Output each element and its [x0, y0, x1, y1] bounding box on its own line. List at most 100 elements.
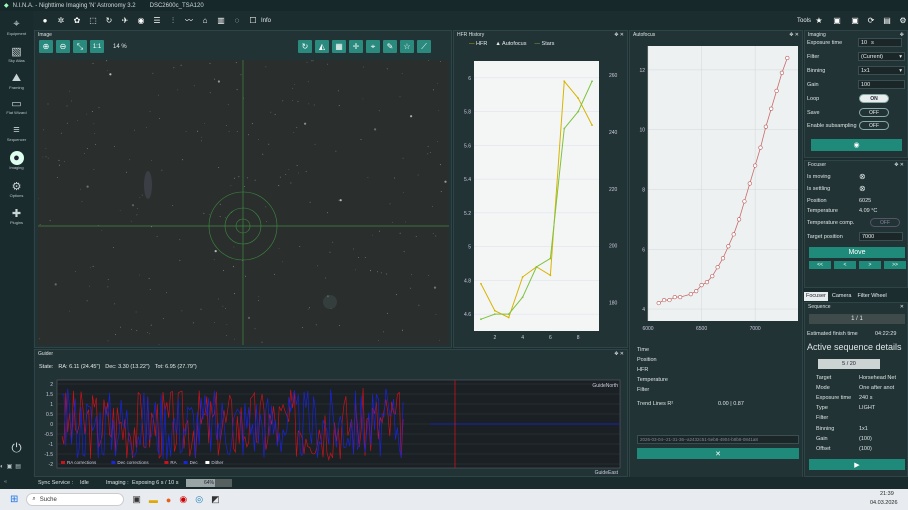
step-out-button[interactable]: > [859, 261, 881, 269]
af-point [758, 145, 763, 150]
target-icon[interactable]: ⌖ [366, 40, 380, 53]
nina-icon[interactable]: ◩ [211, 494, 220, 505]
subsampling-toggle[interactable]: OFF [859, 121, 889, 130]
gain-input[interactable]: 100 [858, 80, 905, 89]
app-icon[interactable]: ◉ [179, 494, 187, 505]
hfr-y-tick: 4.6 [464, 312, 471, 318]
sidebar-item-options[interactable]: ⚙ Options [0, 179, 33, 199]
save-label: Save [807, 110, 820, 116]
search-icon: ⌕ [32, 496, 36, 502]
edge-icon[interactable]: ◎ [195, 494, 203, 505]
safety-icon[interactable]: ▥ [216, 16, 226, 26]
task-view-icon[interactable]: ▣ [132, 494, 141, 505]
sidebar-item-framing[interactable]: ⛰ Framing [0, 71, 33, 91]
hfr-y-tick: 5.2 [464, 211, 471, 217]
exposure-time-input[interactable]: 10 s [858, 38, 902, 47]
focuser-icon[interactable]: ⬚ [88, 16, 98, 26]
save-toggle[interactable]: OFF [859, 108, 889, 117]
tab-camera[interactable]: Camera [830, 292, 854, 301]
sequence-start-button[interactable]: ▶ [809, 459, 905, 470]
sidebar-item-imaging[interactable]: ● Imaging [0, 151, 33, 170]
firefox-icon[interactable]: ● [166, 495, 171, 505]
guider-icon[interactable]: ◉ [136, 16, 146, 26]
star-detect-icon[interactable]: ☆ [400, 40, 414, 53]
hfr-point [521, 276, 524, 278]
info-icon[interactable]: ☐ [248, 16, 258, 26]
fit-icon[interactable]: ⤡ [73, 40, 87, 53]
af-point [699, 283, 704, 288]
line-icon[interactable]: ⟋ [417, 40, 431, 53]
sidebar-item-flat-wizard[interactable]: ▭ Flat Wizard [0, 96, 33, 116]
light-icon[interactable]: ◌ [232, 16, 242, 26]
capture-button[interactable]: ◉ [811, 139, 902, 151]
panel-pin-icon[interactable]: ✥ ✕ [614, 32, 624, 38]
sidebar-item-sequencer[interactable]: ≡ Sequencer [0, 123, 33, 142]
focuser-pin-icon[interactable]: ✥ ✕ [894, 162, 904, 168]
guider-pin-icon[interactable]: ✥ ✕ [614, 351, 624, 357]
af-run-select[interactable]: 2026-03-04--21-31-36--a2432c51-5eb8-4904… [637, 435, 799, 444]
flip-icon[interactable]: ◭ [315, 40, 329, 53]
notes-icon[interactable]: ▤ [15, 463, 21, 470]
af-pin-icon[interactable]: ✥ ✕ [789, 32, 799, 38]
tool2-icon[interactable]: ▣ [850, 16, 860, 26]
stats-icon[interactable]: ▤ [882, 16, 892, 26]
mount-icon[interactable]: ✈ [120, 16, 130, 26]
file-explorer-icon[interactable]: ▬ [149, 495, 158, 505]
settings-icon[interactable]: ⚙ [898, 16, 908, 26]
history-icon[interactable]: ⟳ [866, 16, 876, 26]
seq-type-label: Type [816, 405, 828, 411]
loop-toggle[interactable]: ON [859, 94, 889, 103]
tool-icon[interactable]: ▣ [832, 16, 842, 26]
theme-icon[interactable]: ◐ [0, 464, 4, 470]
star-icon[interactable]: ★ [814, 16, 824, 26]
legend-hfr[interactable]: — HFR [469, 41, 487, 47]
step-far-in-button[interactable]: << [809, 261, 831, 269]
info-label[interactable]: Info [261, 18, 271, 24]
flat-panel-icon[interactable]: ⫶ [168, 16, 178, 26]
binning-select[interactable]: 1x1 ▾ [858, 66, 905, 75]
weather-icon[interactable]: 〰 [184, 16, 194, 26]
crosshair-icon[interactable]: ✛ [349, 40, 363, 53]
move-button[interactable]: Move [809, 247, 905, 258]
switch-icon[interactable]: ☰ [152, 16, 162, 26]
connect-icon[interactable]: ● [40, 16, 50, 26]
step-in-button[interactable]: < [834, 261, 856, 269]
filter-wheel-icon[interactable]: ✿ [72, 16, 82, 26]
sidebar-item-equipment[interactable]: ⌖ Equipment [0, 17, 33, 37]
legend-stars[interactable]: — Stars [535, 41, 555, 47]
filter-select[interactable]: (Current) ▾ [858, 52, 905, 61]
temp-comp-toggle[interactable]: OFF [870, 218, 900, 227]
seq-filter-label: Filter [816, 415, 829, 421]
zoom-in-icon[interactable]: ⊕ [39, 40, 53, 53]
af-cancel-button[interactable]: ✕ [637, 448, 799, 459]
top-toolbar: ● ✲ ✿ ⬚ ↻ ✈ ◉ ☰ ⫶ 〰 ⌂ ▥ ◌ ☐ Info Tools ★… [0, 11, 908, 30]
tab-filter-wheel[interactable]: Filter Wheel [855, 292, 888, 301]
rotate-icon[interactable]: ↻ [298, 40, 312, 53]
sidebar-item-sky-atlas[interactable]: ▧ Sky Atlas [0, 44, 33, 64]
one-to-one-button[interactable]: 1:1 [90, 40, 104, 53]
legend-autofocus[interactable]: ▲ Autofocus [495, 41, 526, 47]
tools-label[interactable]: Tools [797, 18, 811, 24]
dome-icon[interactable]: ⌂ [200, 16, 210, 26]
telescope-icon: ⌖ [13, 17, 20, 30]
chat-icon[interactable]: ▣ [7, 463, 13, 470]
sidebar-item-plugins[interactable]: ✚ Plugins [0, 206, 33, 226]
power-button[interactable]: ⏻ [0, 440, 33, 455]
seq-offset-value: (100) [859, 446, 872, 452]
rotator-icon[interactable]: ↻ [104, 16, 114, 26]
sequence-close-icon[interactable]: ✕ [900, 304, 904, 310]
guide-north-label: GuideNorth [592, 383, 618, 389]
target-position-input[interactable]: 7000 [859, 232, 903, 241]
windows-start-icon[interactable]: ⊞ [10, 494, 18, 505]
hfr-y-tick: 5 [468, 245, 471, 251]
grid-icon[interactable]: ▦ [332, 40, 346, 53]
tab-focuser[interactable]: Focuser [804, 292, 828, 301]
zoom-out-icon[interactable]: ⊖ [56, 40, 70, 53]
taskbar-search[interactable]: ⌕ Suche [26, 493, 125, 506]
step-far-out-button[interactable]: >> [884, 261, 906, 269]
collapse-icon[interactable]: « [4, 479, 7, 485]
brush-icon[interactable]: ✎ [383, 40, 397, 53]
close-icon: ✕ [715, 450, 721, 458]
binning-label: Binning [807, 68, 826, 74]
camera-icon[interactable]: ✲ [56, 16, 66, 26]
